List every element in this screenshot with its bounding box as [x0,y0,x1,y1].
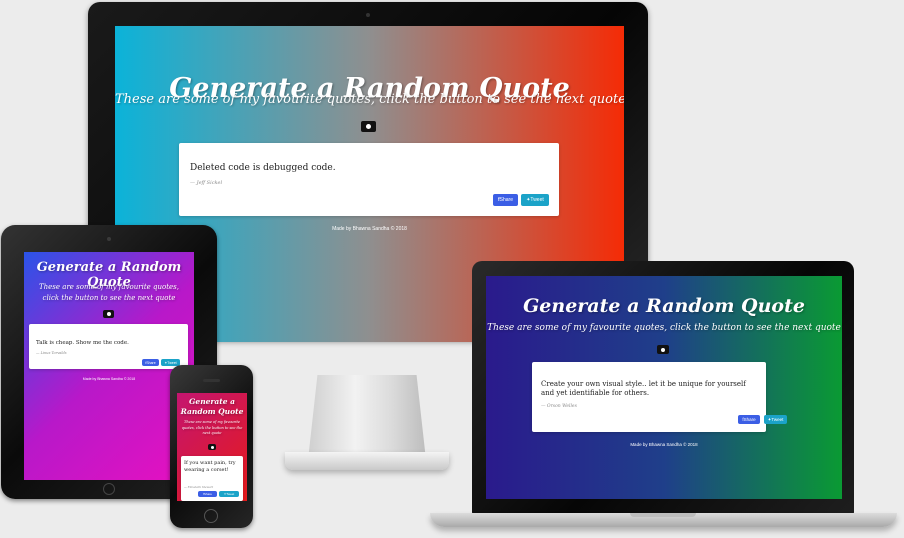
quote-text: If you want pain, try wearing a corset! [184,460,236,473]
page-subtitle: These are some of my favourite quotes, c… [181,420,243,435]
tweet-label: Tweet [167,360,177,365]
new-quote-button[interactable] [657,345,669,354]
quote-card: Deleted code is debugged code. — Jeff Si… [179,143,559,216]
quote-icon [106,312,111,316]
quote-icon [366,124,371,129]
monitor-stand-neck [308,375,426,460]
share-button[interactable]: f Share [738,415,760,424]
page-subtitle: These are some of my favourite quotes, c… [487,323,841,333]
quote-card: Talk is cheap. Show me the code. — Linus… [29,324,188,369]
share-button[interactable]: f Share [198,491,217,497]
laptop-base [430,513,897,527]
quote-author: — Elizabeth Stewart [184,485,214,489]
tablet-screen: Generate a Random Quote These are some o… [24,252,194,480]
laptop-screen: Generate a Random Quote These are some o… [486,276,842,499]
quote-author: — Linus Torvalds [36,351,67,355]
share-label: Share [499,197,513,203]
quote-icon [661,347,665,352]
page-title: Generate a Random Quote [180,397,244,416]
share-label: Share [203,492,212,496]
quote-text: Create your own visual style.. let it be… [541,380,746,397]
quote-card: If you want pain, try wearing a corset! … [181,456,243,501]
tweet-button[interactable]: ✦ Tweet [521,194,549,206]
share-button[interactable]: f Share [493,194,518,206]
tweet-label: Tweet [226,492,235,496]
page-subtitle: These are some of my favourite quotes, c… [38,283,179,302]
new-quote-button[interactable] [208,444,216,450]
quote-text: Talk is cheap. Show me the code. [36,340,129,346]
quote-author: — Jeff Sickel [190,180,223,186]
footer-credit: Made by Bhawna Sandha © 2018 [630,442,698,447]
home-button [204,509,218,523]
speaker-slot [203,379,220,382]
tweet-label: Tweet [771,417,784,422]
share-label: Share [146,360,156,365]
quote-text: Deleted code is debugged code. [190,163,336,173]
quote-card: Create your own visual style.. let it be… [532,362,766,432]
footer-credit: Made by Bhawna Sandha © 2018 [82,377,136,381]
monitor-stand-base [285,452,449,470]
quote-author: — Orson Welles [541,404,577,409]
tweet-button[interactable]: ✦ Tweet [219,491,239,497]
page-title: Generate a Random Quote [523,295,805,317]
home-button [103,483,115,495]
page-subtitle: These are some of my favourite quotes, c… [115,92,624,107]
trackpad-notch [630,513,696,517]
new-quote-button[interactable] [103,310,114,318]
tweet-label: Tweet [530,197,544,203]
quote-icon [210,445,214,449]
share-button[interactable]: f Share [142,359,159,366]
camera-dot [107,237,111,241]
phone-screen: Generate a Random Quote These are some o… [177,393,247,501]
new-quote-button[interactable] [361,121,376,132]
tweet-button[interactable]: ✦ Tweet [764,415,787,424]
camera-dot [366,13,370,17]
share-label: Share [743,417,756,422]
